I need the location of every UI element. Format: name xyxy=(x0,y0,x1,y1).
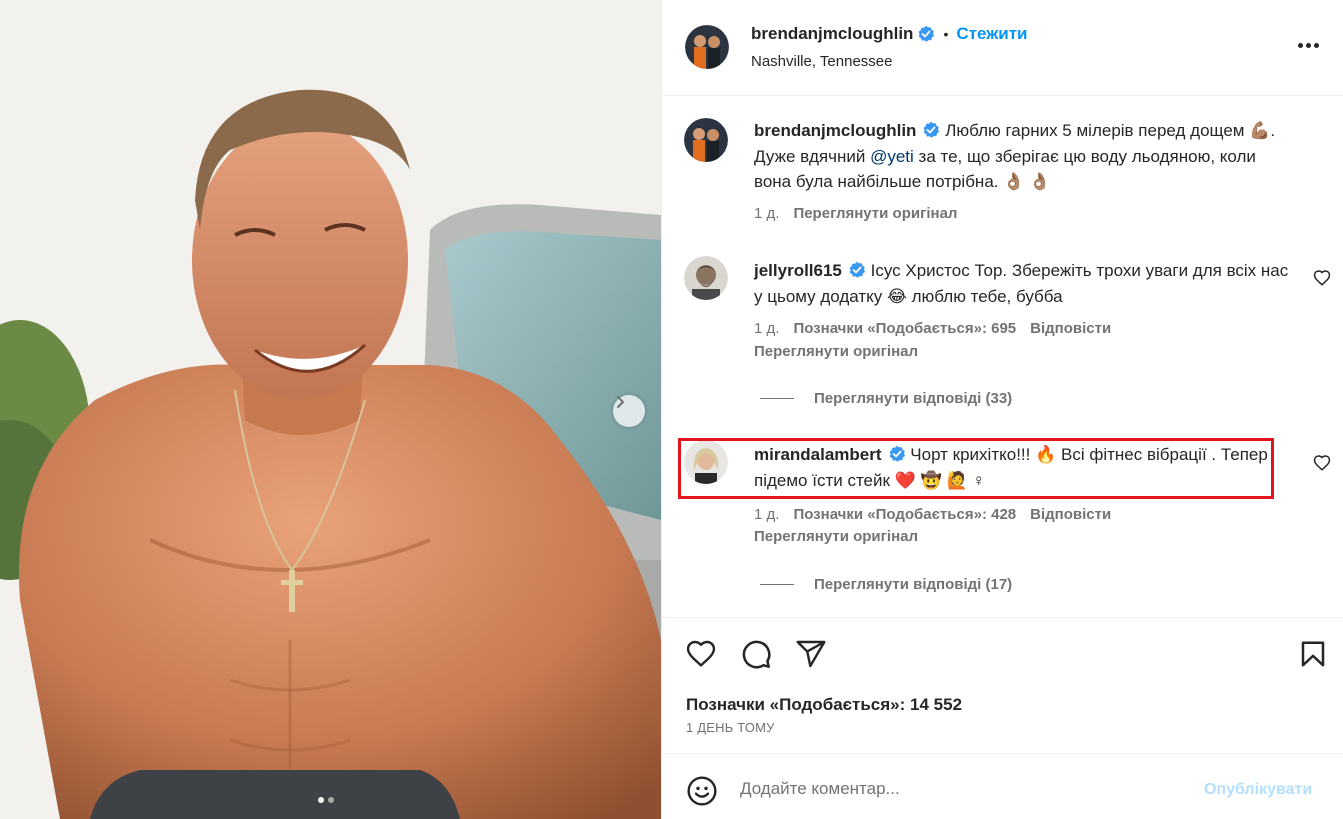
carousel-indicator xyxy=(318,797,334,803)
view-replies-button[interactable]: Переглянути відповіді (17) xyxy=(760,576,1012,593)
comment-meta: 1 д. Позначки «Подобається»: 428 Відпові… xyxy=(754,506,1111,523)
replies-divider xyxy=(760,584,794,585)
caption-meta: 1 д. Переглянути оригінал xyxy=(754,205,957,222)
view-replies-button[interactable]: Переглянути відповіді (33) xyxy=(760,390,1012,407)
caption-emoji: 💪🏽 xyxy=(1249,121,1271,140)
add-comment-bar: Опублікувати xyxy=(662,753,1343,819)
author-line: brendanjmcloughlin • Стежити xyxy=(751,24,1027,44)
post-location[interactable]: Nashville, Tennessee xyxy=(751,53,892,70)
comment-time[interactable]: 1 д. xyxy=(754,506,779,523)
verified-icon xyxy=(919,25,935,42)
comment-likes[interactable]: Позначки «Подобається»: 695 xyxy=(793,320,1016,337)
heart-icon[interactable] xyxy=(684,638,718,670)
see-original-link[interactable]: Переглянути оригінал xyxy=(793,205,957,222)
caption-text-part: Люблю гарних 5 мілерів перед дощем xyxy=(945,121,1245,140)
caption-emoji: 👌🏽 👌🏽 xyxy=(1003,172,1051,191)
avatar-image xyxy=(684,118,728,162)
comment-meta: 1 д. Позначки «Подобається»: 695 Відпові… xyxy=(754,320,1111,337)
post-actions: Позначки «Подобається»: 14 552 1 ДЕНЬ ТО… xyxy=(662,617,1343,753)
bookmark-icon[interactable] xyxy=(1298,638,1328,670)
more-icon-dot xyxy=(1314,43,1319,48)
chevron-right-icon xyxy=(617,396,624,408)
replies-divider xyxy=(760,398,794,399)
author-username[interactable]: brendanjmcloughlin xyxy=(751,24,913,44)
post-details-pane: brendanjmcloughlin • Стежити Nashville, … xyxy=(661,0,1343,819)
comment-text: jellyroll615 Ісус Христос Тор. Збережіть… xyxy=(754,258,1294,309)
avatar-image xyxy=(685,25,729,69)
view-replies-label: Переглянути відповіді (33) xyxy=(814,390,1013,407)
post-photo-illustration xyxy=(0,0,661,819)
more-options-button[interactable] xyxy=(1298,43,1319,48)
caption-author-username[interactable]: brendanjmcloughlin xyxy=(754,121,916,140)
see-original-link[interactable]: Переглянути оригінал xyxy=(754,528,918,545)
verified-icon xyxy=(924,121,940,138)
caption-time[interactable]: 1 д. xyxy=(754,205,779,222)
publish-button[interactable]: Опублікувати xyxy=(1204,781,1312,799)
emoji-icon[interactable] xyxy=(686,775,718,807)
verified-icon xyxy=(849,261,865,278)
comment-likes[interactable]: Позначки «Подобається»: 428 xyxy=(793,506,1016,523)
highlight-box xyxy=(678,438,1274,499)
comment-author-avatar[interactable] xyxy=(684,256,728,300)
mention-link[interactable]: @yeti xyxy=(870,147,914,166)
reply-button[interactable]: Відповісти xyxy=(1030,320,1111,337)
see-original-link[interactable]: Переглянути оригінал xyxy=(754,343,918,360)
carousel-dot xyxy=(328,797,334,803)
comment-emoji: 😂 xyxy=(887,286,907,306)
more-icon xyxy=(1298,43,1303,48)
comments-section[interactable]: brendanjmcloughlin Люблю гарних 5 мілері… xyxy=(662,97,1343,617)
comment-input[interactable] xyxy=(740,776,1180,802)
avatar-image xyxy=(684,256,728,300)
like-comment-heart-icon[interactable] xyxy=(1313,454,1331,472)
comment-time[interactable]: 1 д. xyxy=(754,320,779,337)
post-likes-count[interactable]: Позначки «Подобається»: 14 552 xyxy=(686,695,962,715)
author-avatar[interactable] xyxy=(685,25,729,69)
comment-author-username[interactable]: jellyroll615 xyxy=(754,261,842,280)
comment-icon[interactable] xyxy=(739,638,773,670)
like-comment-heart-icon[interactable] xyxy=(1313,269,1331,287)
share-icon[interactable] xyxy=(794,638,828,670)
caption-text: brendanjmcloughlin Люблю гарних 5 мілері… xyxy=(754,118,1294,195)
carousel-dot-active xyxy=(318,797,324,803)
post-timestamp[interactable]: 1 ДЕНЬ ТОМУ xyxy=(686,720,775,735)
carousel-next-button[interactable] xyxy=(613,395,645,427)
post-header: brendanjmcloughlin • Стежити Nashville, … xyxy=(662,0,1343,96)
comment-text-part: люблю тебе, бубба xyxy=(911,286,1063,306)
header-separator: • xyxy=(943,26,949,42)
view-replies-label: Переглянути відповіді (17) xyxy=(814,576,1013,593)
caption-author-avatar[interactable] xyxy=(684,118,728,162)
more-icon-dot xyxy=(1306,43,1311,48)
post-photo[interactable] xyxy=(0,0,661,819)
reply-button[interactable]: Відповісти xyxy=(1030,506,1111,523)
follow-button[interactable]: Стежити xyxy=(956,24,1027,44)
